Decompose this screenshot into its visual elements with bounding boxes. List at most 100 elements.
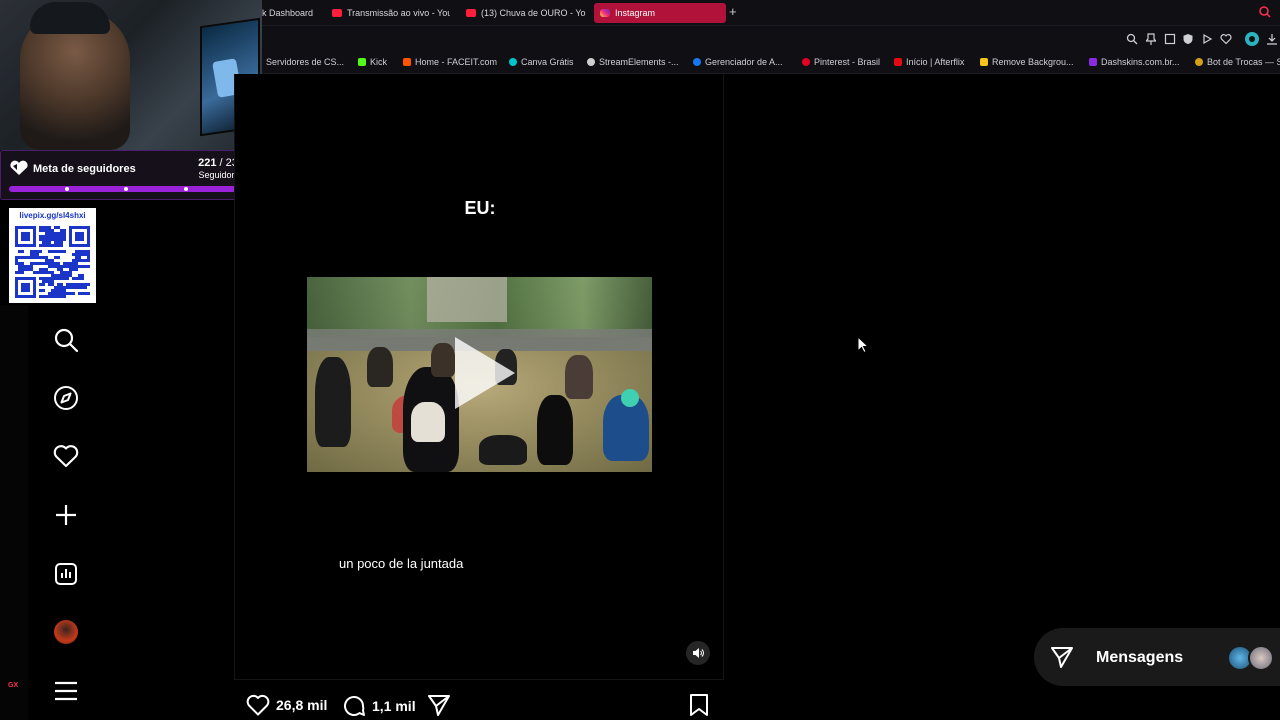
dashskins-icon	[1089, 58, 1097, 66]
goal-separator: /	[216, 157, 226, 169]
afterflix-icon	[894, 58, 902, 66]
youtube-icon	[332, 9, 342, 17]
play-icon[interactable]	[1201, 33, 1213, 45]
comment-button[interactable]: 1,1 mil	[342, 694, 416, 718]
bookmark-item[interactable]: StreamElements -...	[587, 57, 679, 67]
goal-progress-fill	[9, 186, 236, 192]
heart-icon	[53, 445, 79, 468]
tab-label: Transmissão ao vivo - You	[347, 8, 450, 18]
tab-dashboard[interactable]: k Dashboard	[262, 3, 328, 23]
kick-heart-icon	[10, 160, 28, 175]
dashboard-icon	[55, 563, 77, 585]
video-shirt-print	[411, 402, 445, 442]
video-person	[565, 355, 593, 399]
bookmark-item[interactable]: Remove Backgrou...	[980, 57, 1074, 67]
pinterest-icon	[802, 58, 810, 66]
removebg-icon	[980, 58, 988, 66]
faceit-icon	[403, 58, 411, 66]
instagram-sidebar	[30, 310, 102, 720]
bookmark-item[interactable]: Kick	[358, 57, 387, 67]
streamelements-icon	[587, 58, 595, 66]
bookmark-item[interactable]: Início | Afterflix	[894, 57, 964, 67]
bookmark-item[interactable]: Dashskins.com.br...	[1089, 57, 1180, 67]
message-avatar	[1248, 645, 1274, 671]
tab-youtube-live[interactable]: Transmissão ao vivo - You	[332, 3, 450, 23]
left-strip	[0, 305, 28, 720]
shield-icon[interactable]	[1182, 33, 1194, 45]
bookmark-item[interactable]: Pinterest - Brasil	[802, 57, 880, 67]
heart-icon[interactable]	[1220, 33, 1232, 45]
youtube-icon	[466, 9, 476, 17]
play-icon[interactable]	[455, 337, 515, 409]
reel-post: EU: un poco de la juntada	[234, 74, 724, 680]
save-button[interactable]	[689, 694, 709, 716]
goal-milestone	[65, 187, 69, 191]
bookmark-item[interactable]: Home - FACEIT.com	[403, 57, 497, 67]
mouse-cursor-icon	[857, 336, 869, 354]
speaker-icon	[693, 648, 704, 658]
explore-icon	[54, 386, 78, 410]
qr-code-icon	[15, 226, 90, 298]
search-tabs-icon[interactable]	[1258, 5, 1272, 19]
nav-search[interactable]	[52, 326, 80, 354]
comment-icon	[344, 695, 365, 716]
nav-notifications[interactable]	[52, 442, 80, 470]
nav-create[interactable]	[52, 501, 80, 529]
video-building	[427, 277, 507, 322]
bookmark-item[interactable]: Canva Grátis	[509, 57, 574, 67]
video-person	[537, 395, 573, 465]
share-button[interactable]	[427, 694, 451, 716]
like-button[interactable]: 26,8 mil	[246, 694, 327, 716]
goal-milestone	[124, 187, 128, 191]
plus-icon	[56, 505, 76, 525]
bookmark-item[interactable]: Servidores de CS...	[266, 57, 344, 67]
goal-current: 221	[198, 157, 217, 169]
nav-profile[interactable]	[52, 618, 80, 646]
messages-button[interactable]: Mensagens	[1034, 628, 1280, 686]
nav-explore[interactable]	[52, 384, 80, 412]
messages-label: Mensagens	[1096, 649, 1184, 666]
bookmark-item[interactable]: Bot de Trocas — S	[1195, 57, 1280, 67]
goal-progress-bar	[9, 186, 245, 192]
comment-count: 1,1 mil	[372, 698, 416, 714]
extension-icon[interactable]	[1244, 31, 1260, 47]
audio-toggle-button[interactable]	[686, 641, 710, 665]
meta-icon	[693, 58, 701, 66]
heart-icon	[246, 694, 270, 716]
like-count: 26,8 mil	[276, 697, 328, 713]
canva-icon	[509, 58, 517, 66]
post-action-bar: 26,8 mil 1,1 mil	[234, 690, 724, 720]
tab-label: Instagram	[615, 8, 656, 18]
kick-icon	[358, 58, 366, 66]
bookmark-icon	[690, 694, 708, 716]
video-person	[431, 343, 455, 377]
search-icon	[54, 328, 79, 353]
snapshot-icon[interactable]	[1164, 33, 1176, 45]
nav-more[interactable]	[52, 677, 80, 705]
send-icon	[1051, 647, 1073, 668]
bot-trocas-icon	[1195, 58, 1203, 66]
gx-badge: GX	[8, 682, 19, 689]
send-icon	[428, 695, 450, 716]
webcam-overlay	[0, 0, 262, 150]
tab-label: k Dashboard	[262, 8, 314, 18]
tab-label: (13) Chuva de OURO - You	[481, 8, 586, 18]
new-tab-button[interactable]: +	[729, 4, 737, 19]
livepix-qr-card: livepix.gg/sl4shxi	[9, 208, 96, 303]
pin-icon[interactable]	[1146, 33, 1156, 45]
reel-video[interactable]	[307, 277, 652, 472]
bookmark-item[interactable]: Gerenciador de A...	[693, 57, 783, 67]
zoom-icon[interactable]	[1126, 33, 1138, 45]
tab-youtube-video[interactable]: (13) Chuva de OURO - You	[466, 3, 586, 23]
video-teal-hair	[621, 389, 639, 407]
nav-dashboard[interactable]	[52, 560, 80, 588]
video-person	[367, 347, 393, 387]
video-person	[315, 357, 351, 447]
reel-caption: un poco de la juntada	[339, 556, 464, 571]
download-icon[interactable]	[1266, 33, 1278, 45]
follower-goal-widget: Meta de seguidores 221 / 230 Seguidores	[0, 150, 251, 200]
menu-icon	[55, 681, 77, 701]
instagram-icon	[600, 9, 610, 17]
goal-milestone	[184, 187, 188, 191]
tab-instagram[interactable]: Instagram	[594, 3, 726, 23]
